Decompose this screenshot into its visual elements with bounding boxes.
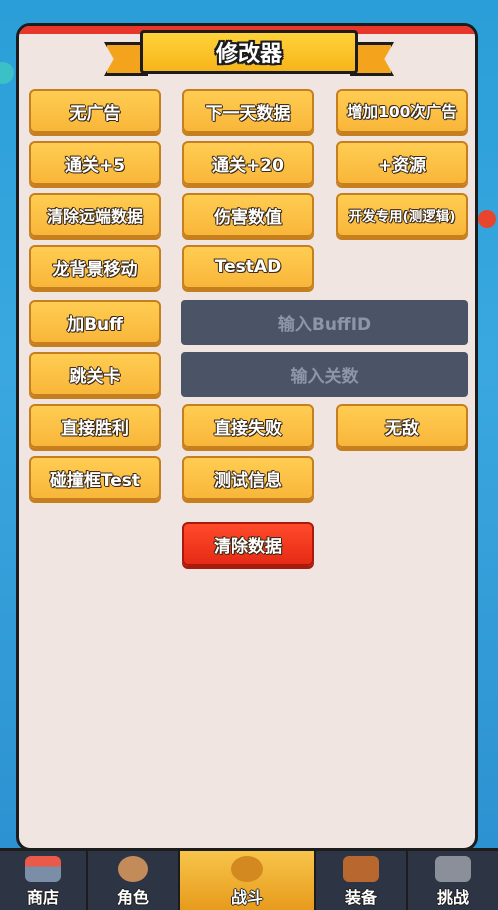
clear-remote-data-button[interactable]: 清除远端数据 xyxy=(29,193,161,237)
nav-battle[interactable]: 战斗 xyxy=(180,851,316,910)
skip-level-button[interactable]: 跳关卡 xyxy=(29,352,161,396)
battle-icon xyxy=(231,856,263,882)
nav-challenge-label: 挑战 xyxy=(436,888,469,907)
pass-plus-20-button[interactable]: 通关+20 xyxy=(182,141,314,185)
test-ad-button[interactable]: TestAD xyxy=(182,245,314,289)
nav-challenge[interactable]: 挑战 xyxy=(408,851,498,910)
nav-role-label: 角色 xyxy=(116,888,149,907)
bottom-nav: 商店 角色 战斗 装备 挑战 xyxy=(0,848,498,910)
add-buff-button[interactable]: 加Buff xyxy=(29,300,161,344)
buff-id-input[interactable]: 输入BuffID xyxy=(181,300,468,345)
nav-role[interactable]: 角色 xyxy=(88,851,180,910)
add-100-ads-button[interactable]: 增加100次广告 xyxy=(336,89,468,133)
collision-box-test-button[interactable]: 碰撞框Test xyxy=(29,456,161,500)
clear-data-button[interactable]: 清除数据 xyxy=(182,522,314,566)
nav-shop-label: 商店 xyxy=(26,888,59,907)
background-blob xyxy=(478,210,496,228)
pass-plus-5-button[interactable]: 通关+5 xyxy=(29,141,161,185)
gate-icon xyxy=(435,856,471,882)
direct-win-button[interactable]: 直接胜利 xyxy=(29,404,161,448)
ribbon-main: 修改器 xyxy=(140,30,358,74)
dev-only-button[interactable]: 开发专用(测逻辑) xyxy=(336,193,468,237)
background-blob xyxy=(0,62,14,84)
add-resources-button[interactable]: +资源 xyxy=(336,141,468,185)
nav-equip-label: 装备 xyxy=(344,888,377,907)
title-ribbon: 修改器 xyxy=(104,30,394,82)
dragon-bg-move-button[interactable]: 龙背景移动 xyxy=(29,245,161,289)
nav-shop[interactable]: 商店 xyxy=(0,851,88,910)
character-icon xyxy=(118,856,148,882)
shop-icon xyxy=(25,856,61,882)
direct-fail-button[interactable]: 直接失败 xyxy=(182,404,314,448)
nav-equip[interactable]: 装备 xyxy=(316,851,408,910)
page-title: 修改器 xyxy=(215,42,282,67)
no-ads-button[interactable]: 无广告 xyxy=(29,89,161,133)
level-input[interactable]: 输入关数 xyxy=(181,352,468,397)
damage-values-button[interactable]: 伤害数值 xyxy=(182,193,314,237)
invincible-button[interactable]: 无敌 xyxy=(336,404,468,448)
test-info-button[interactable]: 测试信息 xyxy=(182,456,314,500)
nav-battle-label: 战斗 xyxy=(230,888,263,907)
next-day-data-button[interactable]: 下一天数据 xyxy=(182,89,314,133)
backpack-icon xyxy=(343,856,379,882)
